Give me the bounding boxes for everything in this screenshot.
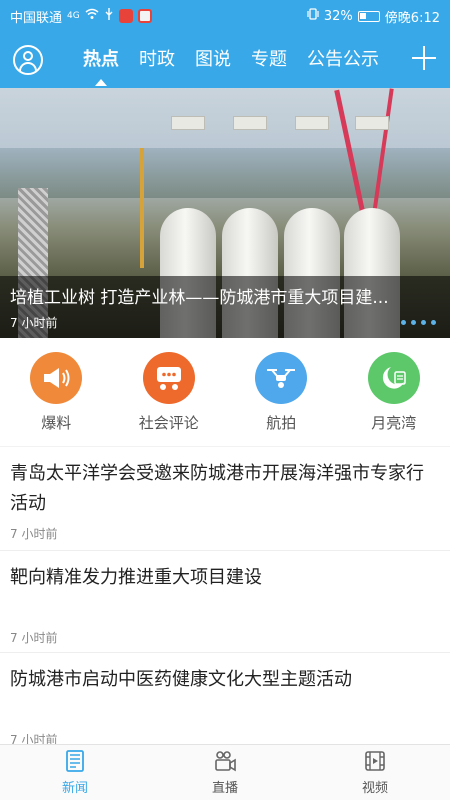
news-time: 7 小时前 [10, 733, 58, 744]
quick-link-moon-bay[interactable]: 月亮湾 [344, 351, 444, 433]
news-title: 靶向精准发力推进重大项目建设 [10, 567, 262, 588]
quick-link-label: 爆料 [41, 413, 72, 432]
battery-icon [357, 10, 380, 22]
tab-topics[interactable]: 专题 [241, 32, 297, 88]
quick-links: 爆料 社会评论 航拍 月亮湾 [0, 338, 450, 446]
megaphone-icon [30, 351, 83, 404]
banner-image-tank-top [171, 116, 205, 130]
newspaper-icon [63, 749, 87, 773]
vibrate-icon [307, 8, 319, 24]
quick-link-comments[interactable]: 社会评论 [119, 351, 219, 433]
banner-image-tank-top [355, 116, 389, 130]
carousel-dot[interactable] [401, 320, 406, 325]
chat-icon [142, 351, 195, 404]
bottom-tab-video[interactable]: 视频 [300, 745, 450, 800]
bottom-tab-label: 视频 [361, 781, 388, 796]
top-nav: 热点 时政 图说 专题 公告公示 [0, 32, 450, 88]
news-item[interactable]: 靶向精准发力推进重大项目建设 7 小时前 [0, 550, 450, 652]
news-time: 7 小时前 [10, 527, 58, 541]
bottom-tab-live[interactable]: 直播 [150, 745, 300, 800]
drone-icon [255, 351, 308, 404]
user-icon[interactable] [13, 45, 43, 75]
news-title: 青岛太平洋学会受邀来防城港市开展海洋强市专家行活动 [10, 463, 424, 514]
bottom-tab-label: 新闻 [61, 781, 88, 796]
usb-icon [104, 8, 114, 24]
carousel-indicator [401, 320, 436, 325]
banner-image-tank-top [295, 116, 329, 130]
quick-link-label: 航拍 [266, 413, 297, 432]
status-bar: 中国联通 4G 32% 傍晚6:12 [0, 0, 450, 32]
channel-tabs: 热点 时政 图说 专题 公告公示 [73, 32, 389, 88]
clock: 傍晚6:12 [384, 10, 440, 26]
carousel-dot[interactable] [421, 320, 426, 325]
tab-notices[interactable]: 公告公示 [297, 32, 389, 88]
carrier-label: 中国联通 [10, 10, 63, 26]
banner-image-tank-top [233, 116, 267, 130]
tab-politics[interactable]: 时政 [129, 32, 185, 88]
news-time: 7 小时前 [10, 631, 58, 645]
featured-banner[interactable]: 培植工业树 打造产业林——防城港市重大项目建... 7 小时前 [0, 88, 450, 338]
carousel-dot[interactable] [411, 320, 416, 325]
wifi-icon [85, 8, 99, 24]
tab-pictures[interactable]: 图说 [185, 32, 241, 88]
bottom-tab-label: 直播 [211, 781, 238, 796]
news-item[interactable]: 防城港市启动中医药健康文化大型主题活动 7 小时前 [0, 652, 450, 744]
app-root: 中国联通 4G 32% 傍晚6:12 热点 时政 图说 专题 公告公示 培植工业… [0, 0, 450, 800]
news-title: 防城港市启动中医药健康文化大型主题活动 [10, 669, 352, 690]
network-type: 4G [67, 11, 80, 21]
moon-icon [367, 351, 420, 404]
quick-link-tipoff[interactable]: 爆料 [6, 351, 106, 433]
battery-percent: 32% [323, 8, 353, 24]
app-notification-icon [118, 9, 133, 23]
quick-link-aerial[interactable]: 航拍 [231, 351, 331, 433]
add-channel-icon[interactable] [412, 46, 436, 70]
app-notification-icon [137, 9, 152, 23]
banner-image-crane [140, 148, 144, 268]
film-icon [363, 749, 387, 773]
news-list: 青岛太平洋学会受邀来防城港市开展海洋强市专家行活动 7 小时前 靶向精准发力推进… [0, 446, 450, 744]
live-camera-icon [213, 749, 237, 773]
carousel-dot[interactable] [431, 320, 436, 325]
news-item[interactable]: 青岛太平洋学会受邀来防城港市开展海洋强市专家行活动 7 小时前 [0, 446, 450, 550]
bottom-tab-news[interactable]: 新闻 [0, 745, 150, 800]
banner-title: 培植工业树 打造产业林——防城港市重大项目建... [10, 288, 389, 308]
quick-link-label: 月亮湾 [371, 413, 417, 432]
quick-link-label: 社会评论 [138, 413, 199, 432]
bottom-tab-bar: 新闻 直播 视频 [0, 744, 450, 800]
tab-hot[interactable]: 热点 [73, 32, 129, 88]
banner-time: 7 小时前 [10, 316, 58, 330]
